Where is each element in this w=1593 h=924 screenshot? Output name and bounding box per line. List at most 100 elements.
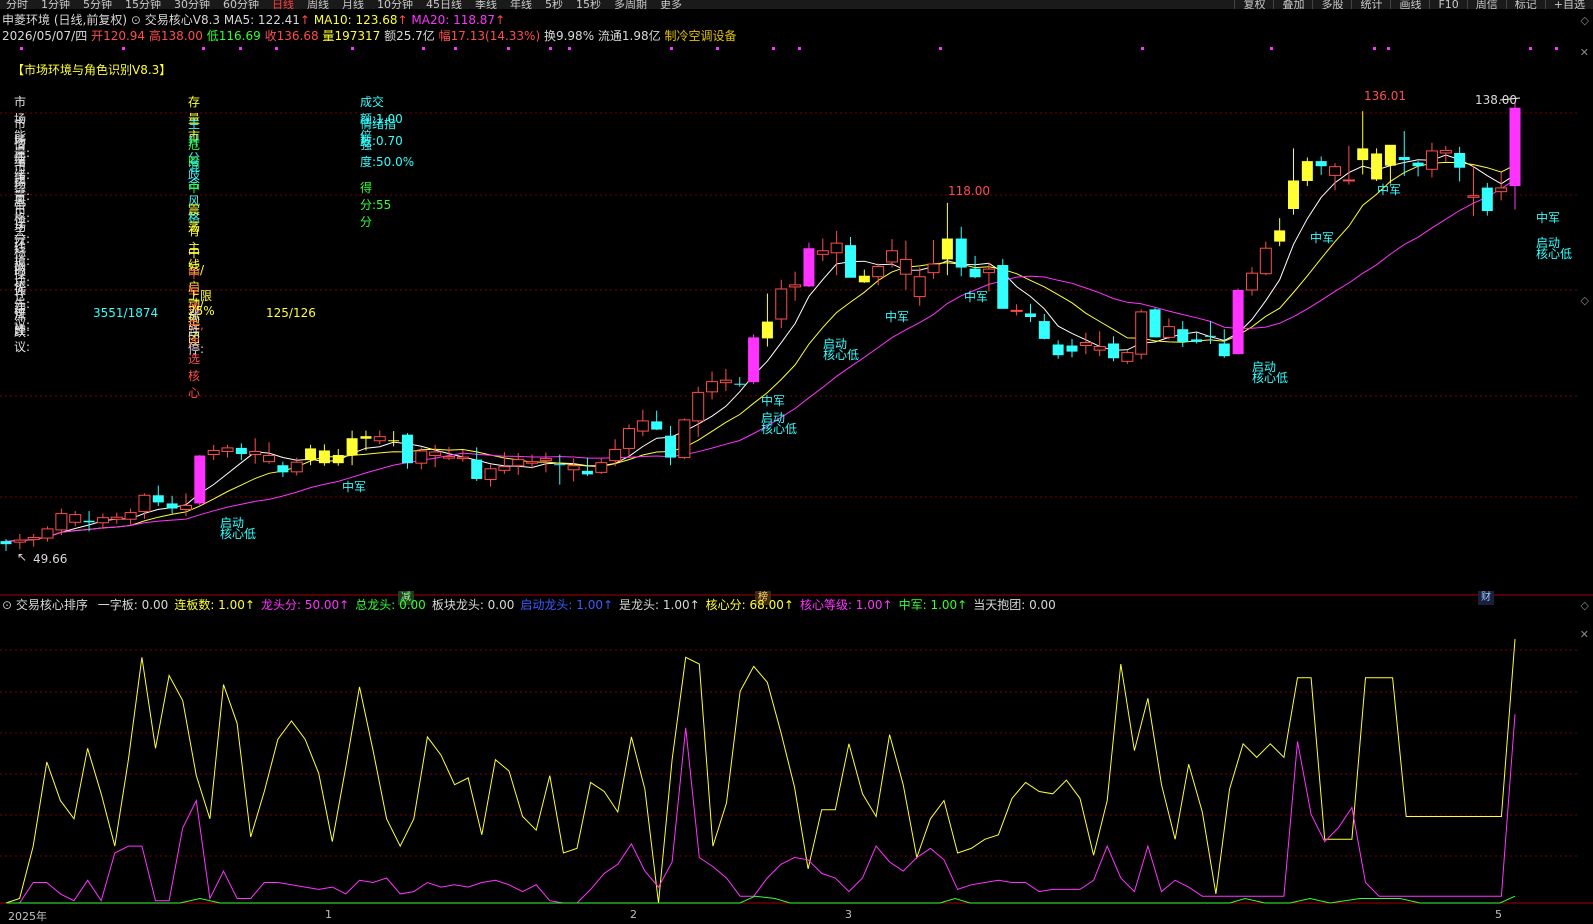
candle-body	[789, 284, 802, 288]
candles	[0, 101, 1521, 551]
expand-icon[interactable]: ◇	[1581, 14, 1589, 27]
candle-body	[124, 512, 137, 520]
candle-body	[858, 275, 870, 283]
candle-body	[1412, 162, 1424, 167]
signal-label: 核心低	[1252, 371, 1289, 385]
event-dot	[716, 47, 719, 50]
candle-body	[471, 459, 483, 479]
event-dot	[1373, 47, 1376, 50]
candle-body	[1315, 161, 1327, 167]
signal-label: 中军	[1536, 211, 1561, 225]
candle-body	[1204, 335, 1216, 337]
candle-body	[305, 448, 317, 461]
event-dot	[1529, 47, 1532, 50]
price-mark-high2: 138.00	[1475, 93, 1517, 107]
candle-body	[69, 514, 82, 523]
candle-body	[581, 470, 593, 475]
candle-body	[443, 456, 456, 459]
candle-body	[1135, 311, 1148, 355]
candle-body	[1177, 329, 1189, 342]
event-tag-cai[interactable]: 财	[1478, 591, 1494, 605]
candle-body	[1149, 309, 1161, 338]
event-dot	[1141, 47, 1144, 50]
candle-body	[1481, 187, 1493, 212]
indicator-item: 总龙头: 0.00	[355, 598, 426, 612]
candle-body	[595, 462, 608, 473]
price-chart[interactable]	[0, 0, 1593, 922]
ma-lines	[5, 97, 1521, 542]
close-panel-icon[interactable]: ✕	[1580, 628, 1589, 641]
event-dot	[670, 47, 673, 50]
candle-body	[651, 421, 663, 430]
candle-body	[636, 420, 649, 432]
candle-body	[609, 448, 622, 462]
candle-body	[0, 541, 12, 545]
panel-title: 【市场环境与角色识别V8.3】	[12, 63, 172, 77]
candle-body	[1162, 326, 1175, 338]
candle-body	[138, 494, 151, 513]
expand-icon[interactable]: ◇	[1581, 599, 1589, 612]
indicator-item: 中军: 1.00↑	[898, 598, 968, 612]
candle-body	[290, 461, 303, 473]
candle-body	[55, 513, 68, 531]
candle-body	[1079, 341, 1092, 347]
indicator-title[interactable]: 交易核心排序	[16, 598, 88, 612]
event-dot	[1270, 47, 1273, 50]
indicator-item: 板块龙头: 0.00	[431, 598, 515, 612]
candle-body	[719, 379, 732, 384]
indicator-legend: ⊙ 交易核心排序 一字板: 0.00 连板数: 1.00↑ 龙头分: 50.00↑ 总…	[2, 596, 1056, 613]
candle-body	[1371, 153, 1383, 180]
event-dot	[568, 47, 571, 50]
candle-body	[1191, 339, 1203, 342]
zd-value: 3551/1874	[93, 306, 159, 320]
date-tick: 2	[630, 908, 637, 921]
candle-body	[401, 434, 413, 464]
indicator-item: 核心等级: 1.00↑	[799, 598, 893, 612]
signal-label: 中军	[1310, 231, 1335, 245]
candle-body	[761, 321, 773, 339]
candle-body	[152, 495, 164, 503]
candle-body	[1274, 230, 1286, 242]
signal-label: 核心低	[1536, 247, 1573, 261]
candle-body	[997, 265, 1009, 309]
panel-extra: 强度:50.0%	[360, 138, 415, 169]
candle-body	[899, 258, 912, 275]
candle-body	[179, 504, 192, 511]
candle-body	[27, 537, 40, 541]
indicator-item: 龙头分: 50.00↑	[260, 598, 350, 612]
expand-icon[interactable]: ◇	[1581, 294, 1589, 307]
candle-body	[1287, 180, 1299, 209]
candle-body	[415, 450, 428, 464]
indicator-item: 连板数: 1.00↑	[174, 598, 255, 612]
candle-body	[539, 458, 552, 462]
candle-body	[1301, 161, 1313, 181]
candle-body	[373, 436, 386, 442]
candle-body	[360, 436, 372, 439]
signal-label: 中军	[761, 394, 786, 408]
indicator-item: 当天抱团: 0.00	[973, 598, 1056, 612]
candle-body	[1052, 344, 1064, 356]
signal-label: 中军	[885, 310, 910, 324]
candle-body	[1024, 313, 1036, 317]
indicator-toggle-icon[interactable]: ⊙	[2, 598, 12, 612]
candle-body	[665, 435, 677, 458]
date-tick: 1	[325, 908, 332, 921]
candle-body	[235, 447, 247, 455]
indicator-item: 核心分: 68.00↑	[705, 598, 794, 612]
chart-grid	[0, 47, 1593, 904]
event-dot	[202, 47, 205, 50]
zd-label: 涨跌:	[14, 308, 31, 339]
event-dot	[1387, 47, 1390, 50]
core-score-line	[5, 639, 1516, 904]
event-dot	[1555, 47, 1558, 50]
event-dot	[549, 47, 552, 50]
signal-label: 中军	[964, 290, 989, 304]
candle-body	[1108, 343, 1120, 359]
ma-line	[5, 179, 1516, 542]
close-panel-icon[interactable]: ✕	[1580, 46, 1589, 59]
candle-body	[706, 381, 719, 393]
ma-line	[5, 161, 1516, 542]
signal-label: 中军	[1377, 183, 1402, 197]
event-dot	[122, 47, 125, 50]
candle-body	[484, 468, 497, 480]
